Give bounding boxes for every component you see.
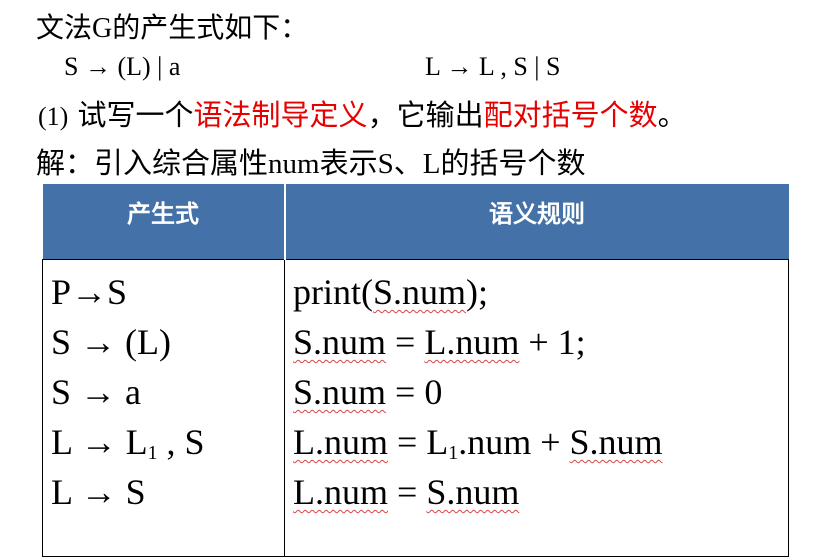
rule-text: = 0 (386, 372, 443, 412)
production-lhs: P (51, 272, 72, 312)
production-arrow: → (71, 372, 126, 412)
production-rhs: (L) (125, 322, 171, 362)
production-rhs: S (107, 272, 128, 312)
rule-text: = (386, 322, 425, 362)
question-text-c: 。 (657, 98, 687, 132)
production-row: L → L1 , S (51, 417, 284, 467)
attribute-ref: L.num (293, 422, 388, 462)
grammar-rule-l: L → L , S | S (425, 52, 561, 81)
grammar-rule-s: S → (L) | a (64, 52, 181, 81)
attribute-ref: S.num (372, 272, 467, 312)
production-row: S → a (51, 367, 284, 417)
sdd-table: 产生式 语义规则 P→S S → (L) S → aL → L1 , SL → S … (42, 184, 789, 557)
symbol-l: L (422, 148, 441, 180)
question-number: (1) (38, 102, 69, 131)
production-lhs: L (51, 422, 72, 462)
grammar-name: G (92, 13, 113, 44)
question-text-a: 试写一个 (68, 98, 194, 132)
production-subscript: 1 (147, 441, 158, 464)
intro-prefix: 文法 (36, 11, 93, 44)
production-lhs: S (51, 322, 72, 362)
answer-text-a: 解：引入综合属性 (36, 146, 269, 180)
production-lhs: L (51, 472, 72, 512)
rule-subscript: 1 (448, 441, 459, 464)
production-tail: , S (157, 422, 205, 462)
rule-text: print( (293, 272, 373, 312)
table-header-row: 产生式 语义规则 (42, 184, 789, 260)
attribute-ref: L.num (293, 472, 388, 512)
production-row: P→S (51, 267, 284, 317)
question-line: (1) 试写一个语法制导定义，它输出配对括号个数。 (38, 92, 687, 134)
semantic-rule-row: S.num = 0 (293, 367, 788, 417)
highlight-count: 配对括号个数 (483, 98, 658, 132)
answer-text-b: 表示 (319, 146, 378, 180)
production-rhs: a (125, 372, 142, 412)
productions-cell: P→S S → (L) S → aL → L1 , SL → S (42, 259, 285, 557)
semantic-rule-row: print(S.num); (293, 267, 788, 317)
production-arrow: → (71, 272, 108, 312)
attribute-ref: S.num (426, 472, 520, 512)
header-production: 产生式 (42, 184, 286, 260)
answer-line: 解：引入综合属性num表示S、L的括号个数 (36, 140, 585, 182)
question-text-b: ，它输出 (367, 98, 484, 132)
answer-sep: 、 (393, 146, 423, 180)
attribute-ref: L.num (424, 322, 520, 362)
answer-text-c: 的括号个数 (440, 146, 586, 180)
production-lhs: S (51, 372, 72, 412)
production-row: L → S (51, 467, 284, 517)
production-row: S → (L) (51, 317, 284, 367)
rules-cell: print(S.num); S.num = L.num + 1; S.num = 0… (284, 259, 789, 557)
rule-text: .num + (458, 422, 570, 462)
production-arrow: → (71, 322, 126, 362)
production-arrow: → (71, 472, 126, 512)
rule-text: + 1; (519, 322, 586, 362)
rule-text: = (388, 472, 427, 512)
production-arrow: → (71, 422, 126, 462)
semantic-rule-row: S.num = L.num + 1; (293, 317, 788, 367)
symbol-s: S (377, 148, 394, 180)
production-rhs: L (125, 422, 148, 462)
rule-text: = L (388, 422, 449, 462)
semantic-rule-row: L.num = L1.num + S.num (293, 417, 788, 467)
table-body-row: P→S S → (L) S → aL → L1 , SL → S print(S.n… (42, 259, 789, 557)
intro-suffix: 的产生式如下： (112, 11, 309, 44)
header-semantic-rule: 语义规则 (284, 184, 789, 260)
production-rhs: S (125, 472, 146, 512)
attribute-ref: S.num (293, 322, 387, 362)
attr-name: num (268, 148, 320, 180)
attribute-ref: S.num (569, 422, 663, 462)
rule-text: ); (466, 272, 489, 312)
attribute-ref: S.num (293, 372, 387, 412)
highlight-sdd: 语法制导定义 (193, 98, 368, 132)
intro-line: 文法G的产生式如下： (36, 6, 308, 46)
semantic-rule-row: L.num = S.num (293, 467, 788, 517)
